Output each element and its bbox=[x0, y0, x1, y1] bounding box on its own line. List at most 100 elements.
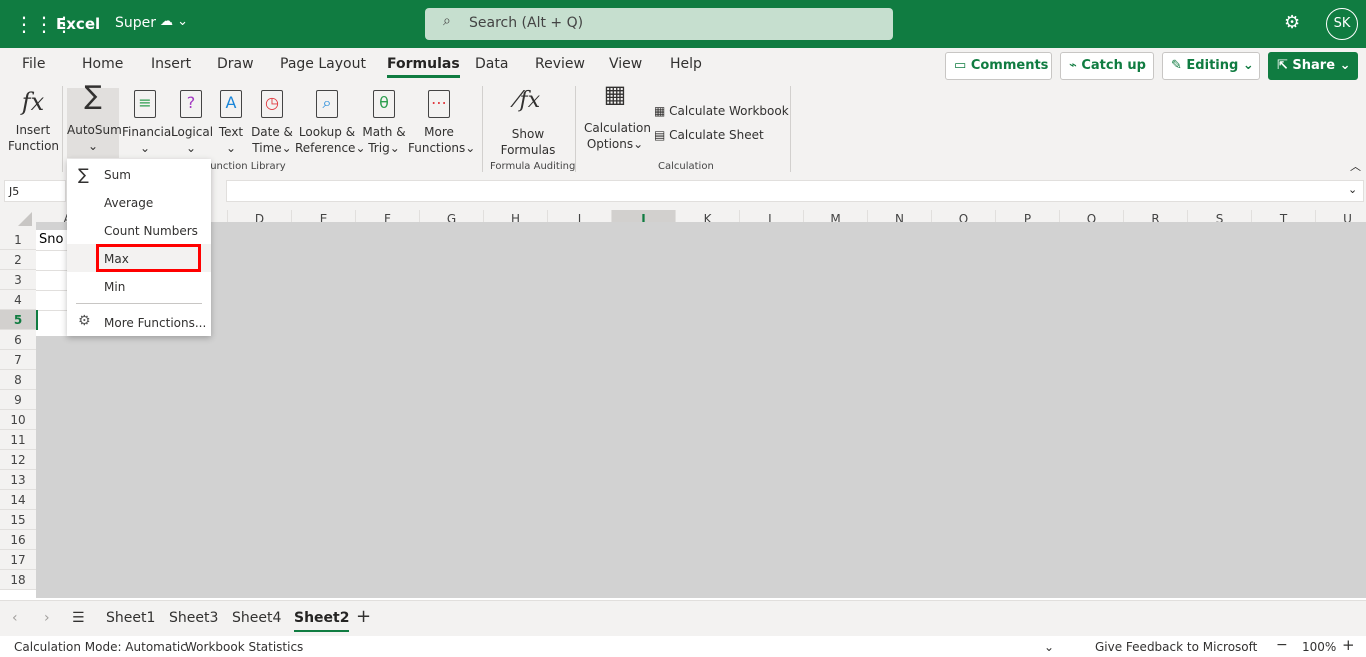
row-header-11[interactable]: 11 bbox=[0, 430, 36, 450]
row-header-7[interactable]: 7 bbox=[0, 350, 36, 370]
label: Trig bbox=[368, 141, 390, 155]
sheet-tab[interactable]: Sheet4 bbox=[232, 610, 281, 626]
column-a-cells[interactable]: Sno bbox=[36, 230, 67, 336]
feedback-link[interactable]: Give Feedback to Microsoft bbox=[1095, 640, 1257, 654]
comments-button[interactable]: ▭ Comments bbox=[945, 52, 1052, 80]
zoom-in-icon[interactable]: + bbox=[1342, 636, 1355, 654]
app-name[interactable]: Excel bbox=[56, 15, 100, 33]
sheet-tab-active[interactable]: Sheet2 bbox=[294, 610, 350, 632]
database-icon: ≡ bbox=[134, 90, 156, 118]
row-header-13[interactable]: 13 bbox=[0, 470, 36, 490]
share-label: Share bbox=[1292, 58, 1336, 73]
label: Functions bbox=[408, 141, 466, 155]
row-header-3[interactable]: 3 bbox=[0, 270, 36, 290]
name-box[interactable]: J5 bbox=[4, 180, 66, 202]
calculate-sheet-button[interactable]: ▤ Calculate Sheet bbox=[654, 127, 764, 143]
catch-up-button[interactable]: ⌁ Catch up bbox=[1060, 52, 1154, 80]
share-button[interactable]: ⇱ Share ⌄ bbox=[1268, 52, 1358, 80]
menu-item-more-functions[interactable]: ⚙ More Functions... bbox=[67, 308, 211, 336]
all-sheets-menu-icon[interactable]: ☰ bbox=[72, 610, 85, 626]
tab-formulas[interactable]: Formulas bbox=[387, 56, 460, 78]
search-placeholder: Search (Alt + Q) bbox=[469, 15, 584, 31]
editing-button[interactable]: ✎ Editing ⌄ bbox=[1162, 52, 1260, 80]
tab-help[interactable]: Help bbox=[670, 56, 702, 72]
menu-item-min[interactable]: Min bbox=[67, 272, 211, 300]
menu-item-count-numbers[interactable]: Count Numbers bbox=[67, 216, 211, 244]
row-header-15[interactable]: 15 bbox=[0, 510, 36, 530]
menu-item-max[interactable]: Max bbox=[67, 244, 211, 272]
logical-button[interactable]: ? Logical ⌄ bbox=[171, 90, 214, 156]
menu-item-sum[interactable]: ∑ Sum bbox=[67, 160, 211, 188]
row-header-18[interactable]: 18 bbox=[0, 570, 36, 590]
text-button[interactable]: A Text ⌄ bbox=[216, 90, 246, 156]
label: Logical bbox=[171, 125, 214, 139]
gridline bbox=[36, 250, 67, 251]
label: Reference bbox=[295, 141, 356, 155]
highlight-box bbox=[96, 244, 201, 272]
tab-home[interactable]: Home bbox=[82, 56, 123, 72]
show-formulas-button[interactable]: ⁄fx Show Formulas bbox=[496, 88, 560, 158]
collapse-ribbon-icon[interactable]: ︿ bbox=[1350, 158, 1361, 174]
tab-insert[interactable]: Insert bbox=[151, 56, 191, 72]
insert-function-button[interactable]: fx Insert Function bbox=[8, 88, 60, 154]
label: Math & bbox=[362, 125, 406, 139]
row-header-2[interactable]: 2 bbox=[0, 250, 36, 270]
row-header-10[interactable]: 10 bbox=[0, 410, 36, 430]
row-header-8[interactable]: 8 bbox=[0, 370, 36, 390]
zoom-level[interactable]: 100% bbox=[1302, 640, 1336, 654]
calculation-options-button[interactable]: ▦ Calculation Options⌄ bbox=[584, 80, 651, 152]
row-header-6[interactable]: 6 bbox=[0, 330, 36, 350]
more-functions-button[interactable]: ⋯ More Functions⌄ bbox=[408, 90, 475, 156]
row-header-9[interactable]: 9 bbox=[0, 390, 36, 410]
tab-page-layout[interactable]: Page Layout bbox=[280, 56, 366, 72]
tab-review[interactable]: Review bbox=[535, 56, 585, 72]
avatar[interactable]: SK bbox=[1326, 8, 1358, 40]
tab-draw[interactable]: Draw bbox=[217, 56, 254, 72]
tab-data[interactable]: Data bbox=[475, 56, 508, 72]
gear-icon[interactable]: ⚙ bbox=[1284, 12, 1300, 33]
row-header-14[interactable]: 14 bbox=[0, 490, 36, 510]
menu-item-average[interactable]: Average bbox=[67, 188, 211, 216]
tab-view[interactable]: View bbox=[609, 56, 642, 72]
chevron-down-icon[interactable]: ☁ ⌄ bbox=[160, 14, 188, 29]
cell-a1[interactable]: Sno bbox=[39, 232, 63, 247]
zoom-out-icon[interactable]: − bbox=[1276, 637, 1288, 653]
calc-mode: Calculation Mode: Automatic bbox=[14, 640, 187, 654]
autosum-button[interactable]: ∑ AutoSum ⌄ bbox=[67, 83, 122, 158]
tab-file[interactable]: File bbox=[22, 56, 45, 72]
expand-formula-icon[interactable]: ⌄ bbox=[1348, 183, 1357, 196]
lookup-reference-button[interactable]: ⌕ Lookup & Reference⌄ bbox=[295, 90, 366, 156]
sheet-tab[interactable]: Sheet3 bbox=[169, 610, 218, 626]
share-icon: ⇱ bbox=[1277, 58, 1293, 73]
row-header-4[interactable]: 4 bbox=[0, 290, 36, 310]
add-sheet-icon[interactable]: + bbox=[356, 606, 371, 627]
row-header-5[interactable]: 5 bbox=[0, 310, 36, 330]
document-name[interactable]: Super bbox=[115, 15, 156, 31]
pencil-icon: ✎ bbox=[1171, 58, 1187, 73]
select-all-corner[interactable] bbox=[0, 210, 36, 230]
calculate-workbook-button[interactable]: ▦ Calculate Workbook bbox=[654, 103, 789, 119]
workbook-statistics[interactable]: Workbook Statistics bbox=[185, 640, 303, 654]
scroll-left-icon[interactable]: ‹ bbox=[12, 610, 18, 626]
label: AutoSum bbox=[67, 123, 122, 137]
chevron-down-icon[interactable]: ⌄ bbox=[1044, 640, 1054, 654]
row-header-12[interactable]: 12 bbox=[0, 450, 36, 470]
date-time-button[interactable]: ◷ Date & Time⌄ bbox=[250, 90, 294, 156]
search-input[interactable]: ⌕ Search (Alt + Q) bbox=[425, 8, 893, 40]
formula-input[interactable] bbox=[226, 180, 1364, 202]
label: More bbox=[424, 125, 454, 139]
row-header-1[interactable]: 1 bbox=[0, 230, 36, 250]
row-header-16[interactable]: 16 bbox=[0, 530, 36, 550]
label: Date & bbox=[251, 125, 293, 139]
financial-button[interactable]: ≡ Financial ⌄ bbox=[122, 90, 175, 156]
math-trig-button[interactable]: θ Math & Trig⌄ bbox=[361, 90, 407, 156]
calculator-icon: ▦ bbox=[603, 80, 627, 108]
label: Lookup & bbox=[298, 125, 356, 139]
scroll-right-icon[interactable]: › bbox=[44, 610, 50, 626]
editing-label: Editing bbox=[1186, 58, 1239, 73]
label: Function bbox=[8, 139, 60, 153]
sheet-tab[interactable]: Sheet1 bbox=[106, 610, 155, 626]
comments-label: Comments bbox=[970, 58, 1049, 73]
label: Text bbox=[218, 125, 244, 139]
row-header-17[interactable]: 17 bbox=[0, 550, 36, 570]
